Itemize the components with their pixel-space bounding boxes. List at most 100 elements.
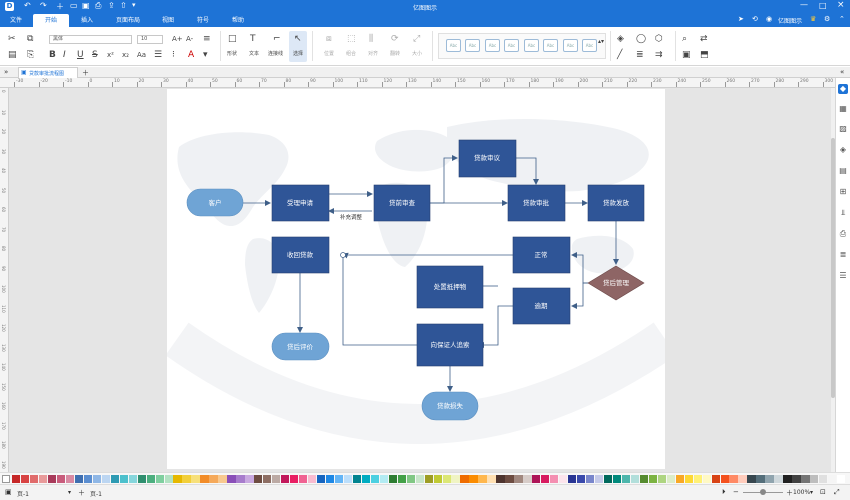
rotate-icon[interactable]: ⟳ bbox=[391, 34, 399, 44]
color-swatch[interactable] bbox=[65, 475, 75, 483]
color-swatch[interactable] bbox=[146, 475, 155, 483]
color-swatch[interactable] bbox=[612, 475, 622, 483]
color-swatch[interactable] bbox=[523, 475, 532, 483]
color-swatch[interactable] bbox=[675, 475, 684, 483]
style-preset[interactable]: Abc bbox=[582, 39, 597, 52]
data-panel-icon[interactable]: ⊞ bbox=[838, 187, 848, 197]
tab-page-layout[interactable]: 页面布局 bbox=[110, 14, 146, 27]
color-swatch[interactable] bbox=[290, 475, 299, 483]
font-color-icon[interactable]: A bbox=[188, 50, 194, 60]
outline-panel-icon[interactable]: ☰ bbox=[838, 271, 848, 281]
color-swatch[interactable] bbox=[334, 475, 344, 483]
collapse-ribbon-icon[interactable]: ⌃ bbox=[839, 15, 845, 23]
maximize-icon[interactable]: □ bbox=[819, 1, 827, 10]
color-swatch[interactable] bbox=[263, 475, 272, 483]
align-objects-label[interactable]: 对齐 bbox=[368, 50, 378, 57]
style-preset[interactable]: Abc bbox=[543, 39, 558, 52]
zoom-dropdown-icon[interactable]: ▾ bbox=[810, 489, 813, 496]
save-icon[interactable]: ▣ bbox=[82, 1, 90, 10]
replace-icon[interactable]: ⇄ bbox=[700, 34, 708, 44]
color-swatch[interactable] bbox=[514, 475, 523, 483]
node-customer[interactable]: 客户 bbox=[186, 188, 244, 217]
subscript-icon[interactable]: x₂ bbox=[122, 50, 129, 60]
color-swatch[interactable] bbox=[299, 475, 308, 483]
color-swatch[interactable] bbox=[128, 475, 137, 483]
add-page-icon[interactable]: ＋ bbox=[78, 488, 85, 498]
align-objects-icon[interactable]: ⫼ bbox=[369, 34, 373, 44]
color-swatch[interactable] bbox=[74, 475, 84, 483]
page-tab[interactable]: 页-1 bbox=[90, 489, 102, 498]
color-swatch[interactable] bbox=[577, 475, 586, 483]
color-swatch[interactable] bbox=[191, 475, 200, 483]
shape-tool-label[interactable]: 形状 bbox=[227, 50, 237, 57]
align-icon[interactable]: ≡ bbox=[203, 34, 211, 44]
color-swatch[interactable] bbox=[379, 475, 389, 483]
style-preset[interactable]: Abc bbox=[563, 39, 578, 52]
node-loan-approval[interactable]: 贷款审批 bbox=[507, 184, 566, 222]
page-panel-icon[interactable]: ▤ bbox=[838, 166, 848, 176]
no-fill-swatch[interactable] bbox=[2, 475, 10, 483]
style-preset[interactable]: Abc bbox=[465, 39, 480, 52]
color-swatch[interactable] bbox=[451, 475, 460, 483]
user-avatar-icon[interactable]: ◉ bbox=[766, 15, 772, 23]
node-accept-application[interactable]: 受理申请 bbox=[271, 184, 330, 222]
style-preset[interactable]: Abc bbox=[504, 39, 519, 52]
new-icon[interactable]: ＋ bbox=[56, 1, 64, 12]
color-swatch[interactable] bbox=[218, 475, 227, 483]
color-swatch[interactable] bbox=[702, 475, 711, 483]
color-swatch[interactable] bbox=[639, 475, 649, 483]
zoom-in-icon[interactable]: ＋ bbox=[786, 488, 793, 498]
style-preset[interactable]: Abc bbox=[446, 39, 461, 52]
color-swatch[interactable] bbox=[630, 475, 640, 483]
connector-tool-label[interactable]: 连接线 bbox=[268, 50, 283, 57]
color-swatch[interactable] bbox=[621, 475, 631, 483]
line-style-icon[interactable]: ╱ bbox=[617, 50, 622, 60]
panel-toggle-icon[interactable]: » bbox=[4, 68, 8, 76]
panel-expand-icon[interactable]: « bbox=[840, 68, 844, 76]
color-swatch[interactable] bbox=[137, 475, 146, 483]
attachment-panel-icon[interactable]: ⎙ bbox=[838, 229, 848, 239]
color-swatch[interactable] bbox=[585, 475, 595, 483]
tab-help[interactable]: 帮助 bbox=[225, 14, 251, 27]
share-icon[interactable]: ⇧ bbox=[120, 1, 127, 10]
color-swatch[interactable] bbox=[415, 475, 424, 483]
color-swatch[interactable] bbox=[155, 475, 164, 483]
node-normal[interactable]: 正常 bbox=[512, 236, 571, 274]
color-swatch[interactable] bbox=[505, 475, 514, 483]
color-swatch[interactable] bbox=[281, 475, 290, 483]
color-swatch[interactable] bbox=[828, 475, 837, 483]
color-swatch[interactable] bbox=[21, 475, 30, 483]
share-link-icon[interactable]: ⟲ bbox=[752, 15, 758, 23]
line-weight-icon[interactable]: ≣ bbox=[636, 50, 644, 60]
minimize-icon[interactable]: — bbox=[800, 0, 808, 9]
list-icon[interactable]: ☰ bbox=[154, 50, 162, 60]
color-swatch[interactable] bbox=[594, 475, 604, 483]
node-pre-review[interactable]: 贷前审查 bbox=[373, 184, 431, 222]
settings-icon[interactable]: ⚙ bbox=[824, 15, 830, 23]
color-swatch[interactable] bbox=[406, 475, 415, 483]
position-label[interactable]: 位置 bbox=[324, 50, 334, 57]
export-icon[interactable]: ⇪ bbox=[108, 1, 115, 10]
color-swatch[interactable] bbox=[666, 475, 675, 483]
color-swatch[interactable] bbox=[200, 475, 209, 483]
color-swatch[interactable] bbox=[819, 475, 828, 483]
zoom-slider-handle[interactable] bbox=[760, 489, 766, 495]
color-swatch[interactable] bbox=[343, 475, 353, 483]
arrow-style-icon[interactable]: ⇉ bbox=[655, 50, 663, 60]
color-swatch[interactable] bbox=[38, 475, 48, 483]
cut-icon[interactable]: ✂ bbox=[8, 34, 16, 44]
color-swatch[interactable] bbox=[254, 475, 263, 483]
color-swatch[interactable] bbox=[496, 475, 505, 483]
style-scroll-icon[interactable]: ▴▾ bbox=[598, 37, 604, 47]
close-icon[interactable]: × bbox=[837, 0, 845, 10]
color-swatch[interactable] bbox=[110, 475, 119, 483]
color-swatch[interactable] bbox=[245, 475, 254, 483]
send-icon[interactable]: ➤ bbox=[738, 15, 744, 23]
color-swatch[interactable] bbox=[720, 475, 729, 483]
fill-icon[interactable]: ◈ bbox=[617, 34, 624, 44]
color-swatch[interactable] bbox=[559, 475, 568, 483]
color-swatch[interactable] bbox=[352, 475, 362, 483]
style-preset[interactable]: Abc bbox=[524, 39, 539, 52]
color-swatch[interactable] bbox=[487, 475, 496, 483]
redo-icon[interactable]: ↷ bbox=[40, 1, 47, 10]
